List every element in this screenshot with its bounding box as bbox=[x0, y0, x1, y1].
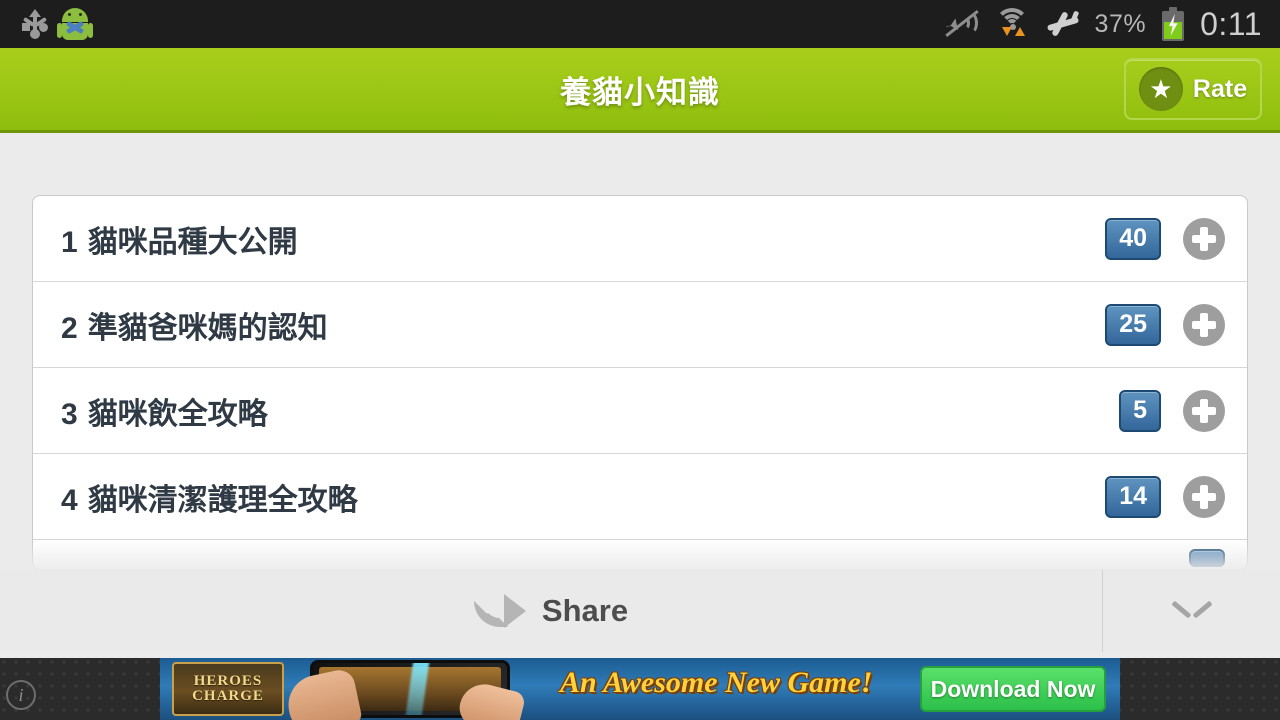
status-badge: 5 bbox=[1119, 389, 1161, 432]
status-bar-clock: 0:11 bbox=[1200, 5, 1262, 42]
plus-circle-icon[interactable] bbox=[1183, 217, 1225, 260]
share-button-label: Share bbox=[541, 593, 629, 628]
table-row[interactable] bbox=[33, 540, 1247, 569]
share-bar: Share bbox=[0, 570, 1280, 652]
battery-percent-label: 37% bbox=[1094, 9, 1147, 38]
wifi-signal-icon bbox=[994, 7, 1031, 41]
status-bar-right-icons: 37% 0:11 bbox=[941, 6, 1280, 43]
info-icon[interactable]: i bbox=[6, 680, 36, 710]
android-robot-icon bbox=[57, 7, 93, 41]
row-actions: 40 bbox=[1105, 217, 1247, 260]
rate-button[interactable]: ★ Rate bbox=[1124, 58, 1262, 120]
table-row[interactable]: 2 準貓爸咪媽的認知 25 bbox=[33, 282, 1247, 368]
ad-banner[interactable]: HEROES CHARGE An Awesome New Game! Downl… bbox=[160, 658, 1120, 720]
row-actions: 5 bbox=[1119, 389, 1247, 432]
row-label: 準貓爸咪媽的認知 bbox=[87, 311, 328, 345]
status-badge: 14 bbox=[1105, 475, 1161, 518]
share-button[interactable]: Share bbox=[0, 570, 1103, 652]
row-title: 4 貓咪清潔護理全攻略 bbox=[61, 475, 358, 519]
table-row[interactable]: 4 貓咪清潔護理全攻略 14 bbox=[33, 454, 1247, 540]
topic-list[interactable]: 1 貓咪品種大公開 40 2 準貓爸咪媽的認知 25 3 貓咪飲全攻略 5 4 貓咪清潔… bbox=[32, 195, 1248, 570]
page-title: 養貓小知識 bbox=[560, 74, 720, 110]
ad-logo-line1: HEROES bbox=[193, 673, 263, 689]
ad-cta-label: Download Now bbox=[930, 675, 1096, 702]
chevron-down-icon bbox=[1170, 600, 1213, 622]
ad-cta-button[interactable]: Download Now bbox=[920, 666, 1106, 712]
collapse-button[interactable] bbox=[1103, 570, 1280, 652]
app-header-bar: 養貓小知識 ★ Rate bbox=[0, 48, 1280, 133]
rate-button-label: Rate bbox=[1192, 74, 1248, 103]
row-actions bbox=[1189, 549, 1247, 567]
row-title: 3 貓咪飲全攻略 bbox=[61, 389, 268, 433]
row-number: 4 bbox=[61, 483, 78, 517]
table-row[interactable]: 3 貓咪飲全攻略 5 bbox=[33, 368, 1247, 454]
row-number: 2 bbox=[61, 311, 78, 345]
row-number: 1 bbox=[61, 225, 78, 259]
ad-hand-image bbox=[282, 667, 364, 720]
row-title: 2 準貓爸咪媽的認知 bbox=[61, 303, 328, 347]
status-bar-left-icons bbox=[0, 7, 93, 41]
row-label: 貓咪清潔護理全攻略 bbox=[87, 483, 358, 517]
row-number: 3 bbox=[61, 397, 78, 431]
row-label: 貓咪飲全攻略 bbox=[87, 397, 268, 431]
ad-logo-line2: CHARGE bbox=[192, 688, 264, 704]
vibrate-mute-icon bbox=[941, 8, 981, 40]
airplane-mode-icon bbox=[1045, 9, 1081, 39]
plus-circle-icon[interactable] bbox=[1183, 389, 1225, 432]
usb-icon bbox=[22, 9, 48, 39]
table-row[interactable]: 1 貓咪品種大公開 40 bbox=[33, 196, 1247, 282]
status-bar[interactable]: 37% 0:11 bbox=[0, 0, 1280, 48]
row-actions: 25 bbox=[1105, 303, 1247, 346]
plus-circle-icon[interactable] bbox=[1183, 475, 1225, 518]
ad-container: i HEROES CHARGE An Awesome New Game! Dow… bbox=[0, 658, 1280, 720]
row-title: 1 貓咪品種大公開 bbox=[61, 217, 298, 261]
row-title bbox=[61, 541, 71, 569]
ad-headline: An Awesome New Game! bbox=[560, 666, 873, 699]
row-label: 貓咪品種大公開 bbox=[87, 225, 298, 259]
row-actions: 14 bbox=[1105, 475, 1247, 518]
star-icon: ★ bbox=[1138, 67, 1183, 111]
status-badge: 40 bbox=[1105, 217, 1161, 260]
battery-charging-icon bbox=[1160, 7, 1186, 41]
status-badge: 25 bbox=[1105, 303, 1161, 346]
plus-circle-icon[interactable] bbox=[1183, 303, 1225, 346]
ad-logo: HEROES CHARGE bbox=[172, 662, 284, 716]
status-badge bbox=[1189, 549, 1225, 567]
share-arrow-icon bbox=[473, 591, 526, 631]
